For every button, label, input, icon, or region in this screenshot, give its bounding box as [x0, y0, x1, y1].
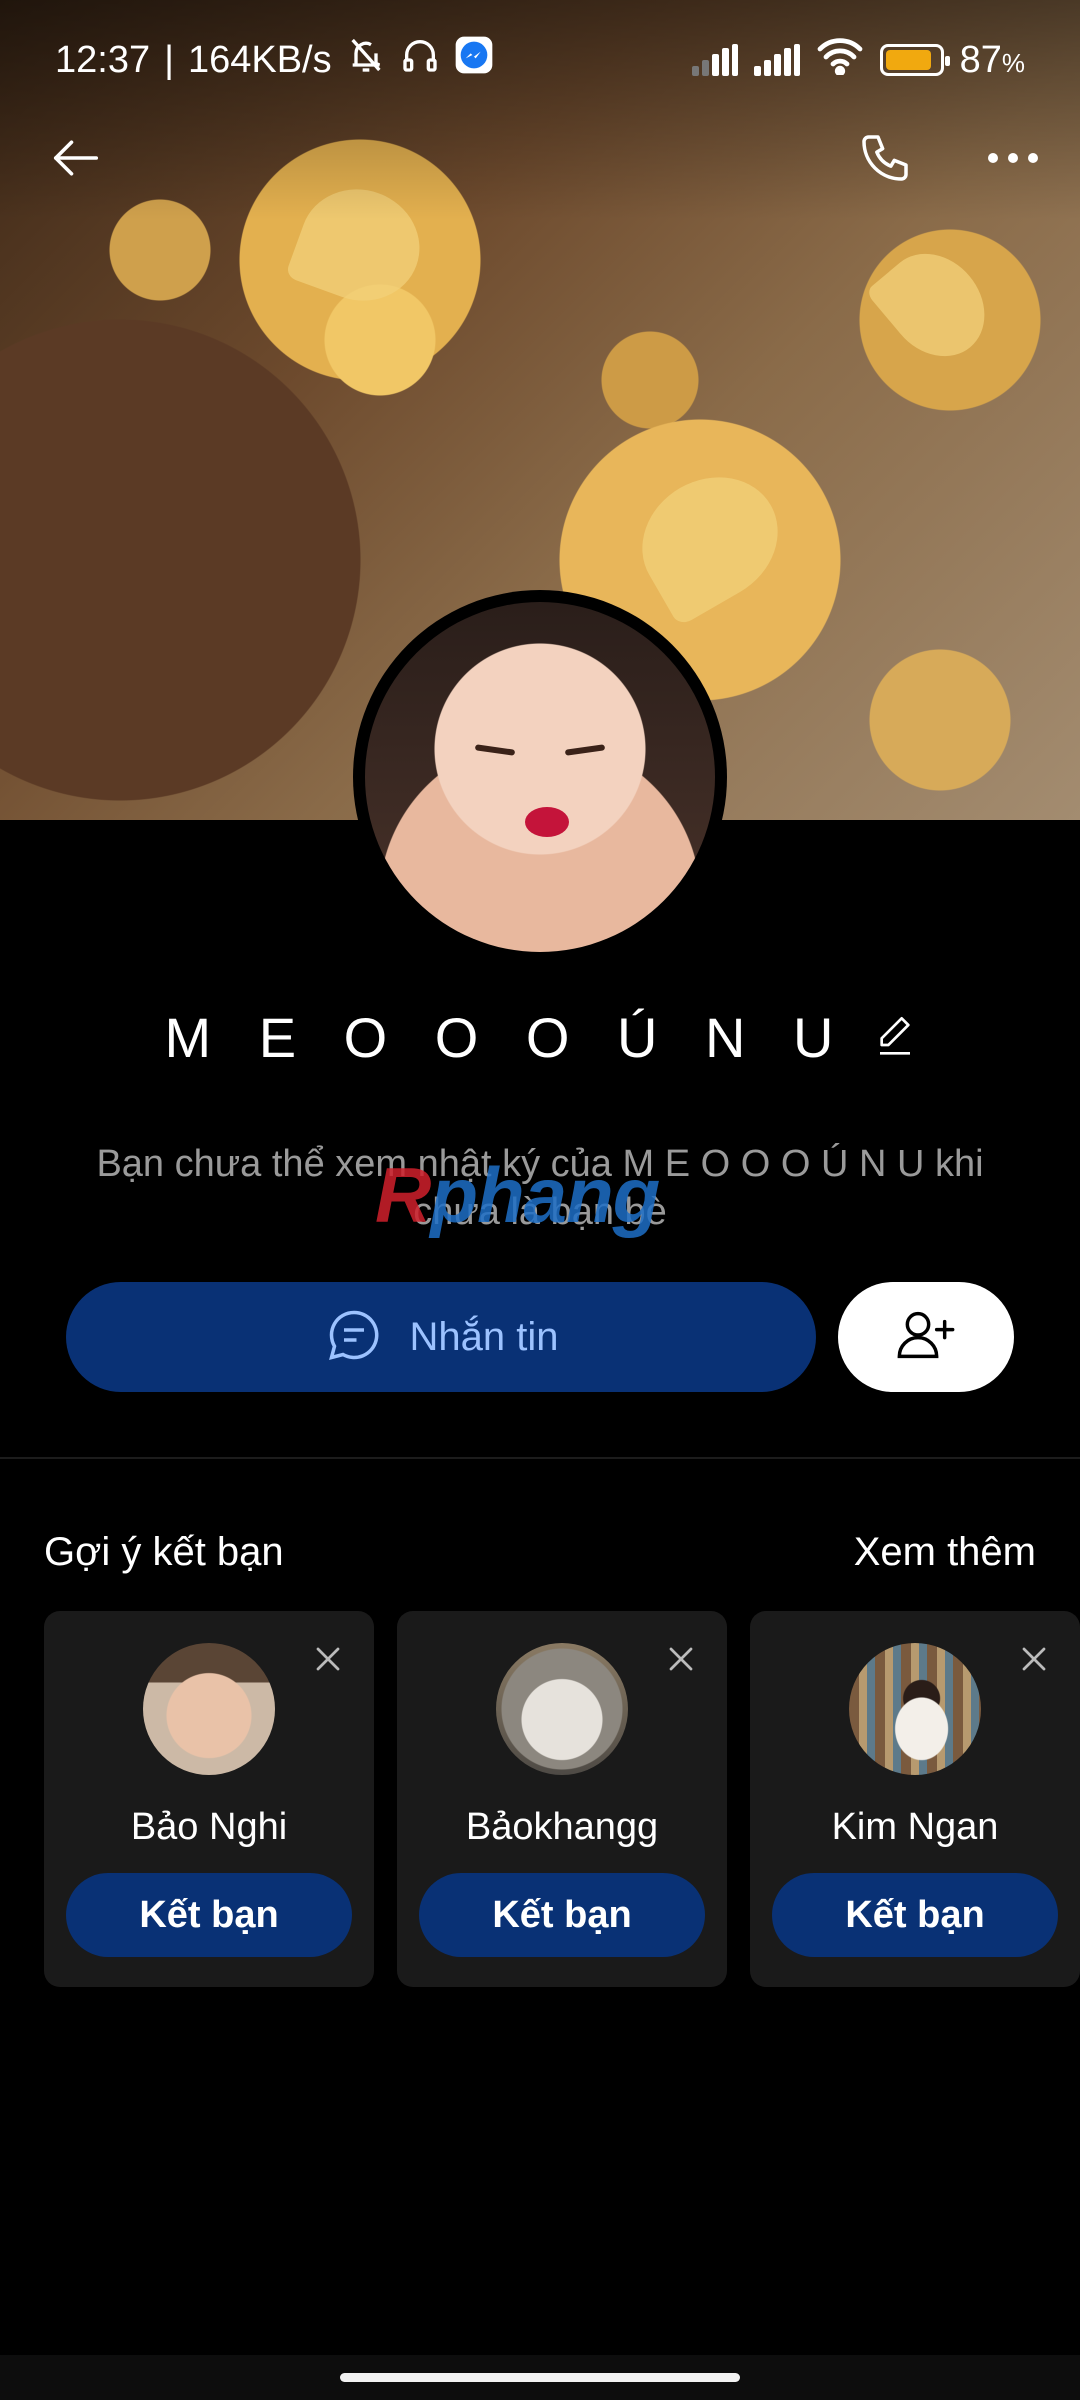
avatar-decor: [564, 744, 606, 756]
avatar[interactable]: [143, 1643, 275, 1775]
status-speed: 164KB/s: [187, 38, 332, 81]
cover-flower-decor: [865, 233, 1005, 377]
profile-name: M E O O O Ú N U: [164, 1006, 850, 1069]
friend-suggestions-title: Gợi ý kết bạn: [44, 1530, 284, 1574]
cover-flower-decor: [619, 453, 801, 627]
suggestion-name: Bảokhangg: [465, 1806, 659, 1848]
call-button[interactable]: [845, 120, 925, 200]
suggestion-name: Bảo Nghi: [130, 1806, 288, 1848]
suggestion-name: Kim Ngan: [831, 1806, 999, 1848]
more-dots-icon: [985, 148, 1041, 173]
suggestion-cards: Bảo Nghi Kết bạn Bảokhangg Kết bạn Kim N…: [44, 1611, 1080, 1987]
suggestion-card[interactable]: Bảokhangg Kết bạn: [397, 1611, 727, 1987]
avatar-photo: [365, 602, 715, 952]
profile-avatar[interactable]: [353, 590, 727, 964]
pencil-icon[interactable]: [875, 1013, 915, 1062]
more-options-button[interactable]: [973, 120, 1053, 200]
home-indicator[interactable]: [340, 2373, 740, 2382]
watermark-blue: phang: [430, 1151, 660, 1239]
section-divider: [0, 1457, 1080, 1459]
avatar-decor: [525, 807, 569, 837]
chat-bubble-icon: [324, 1305, 384, 1370]
back-arrow-icon: [49, 131, 103, 190]
signal-icon: [691, 44, 738, 76]
watermark-red: R: [375, 1151, 431, 1239]
see-more-link[interactable]: Xem thêm: [854, 1530, 1036, 1575]
back-button[interactable]: [36, 120, 116, 200]
close-icon[interactable]: [663, 1641, 699, 1677]
close-icon[interactable]: [1016, 1641, 1052, 1677]
message-button-label: Nhắn tin: [409, 1314, 559, 1359]
percent-sign: %: [1001, 47, 1025, 78]
status-time: 12:37: [55, 38, 151, 81]
watermark-logo: Rphang: [375, 1150, 660, 1241]
suggestion-card[interactable]: Bảo Nghi Kết bạn: [44, 1611, 374, 1987]
battery-percent: 87: [959, 38, 1002, 81]
add-friend-suggestion-button[interactable]: Kết bạn: [772, 1873, 1058, 1957]
headphones-icon: [400, 35, 440, 85]
message-button[interactable]: Nhắn tin: [66, 1282, 816, 1392]
phone-icon: [857, 130, 913, 191]
add-friend-suggestion-button[interactable]: Kết bạn: [419, 1873, 705, 1957]
status-separator: |: [164, 38, 174, 81]
avatar-decor: [474, 744, 516, 756]
avatar[interactable]: [496, 1643, 628, 1775]
suggestion-card[interactable]: Kim Ngan Kết bạn: [750, 1611, 1080, 1987]
wifi-icon: [816, 35, 864, 85]
status-bar: 12:37 | 164KB/s 87%: [0, 0, 1080, 120]
signal-icon: [753, 44, 800, 76]
messenger-icon: [454, 35, 494, 85]
mute-bell-icon: [346, 35, 386, 85]
profile-name-row: M E O O O Ú N U: [0, 1005, 1080, 1070]
avatar[interactable]: [849, 1643, 981, 1775]
add-user-icon: [894, 1303, 958, 1372]
add-friend-suggestion-button[interactable]: Kết bạn: [66, 1873, 352, 1957]
battery-icon: [879, 44, 950, 76]
add-friend-button[interactable]: [838, 1282, 1014, 1392]
close-icon[interactable]: [310, 1641, 346, 1677]
